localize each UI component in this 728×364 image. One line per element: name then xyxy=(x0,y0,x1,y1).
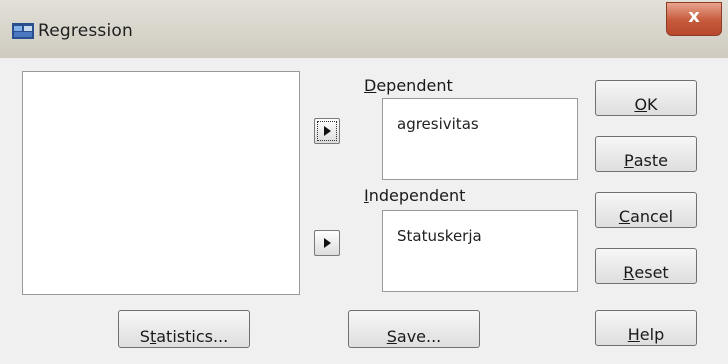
variable-source-list[interactable] xyxy=(22,71,300,295)
regression-dialog: Regression x Dependent agresivitas Indep… xyxy=(0,0,728,364)
independent-list[interactable]: Statuskerja xyxy=(382,210,578,292)
move-to-independent-button[interactable] xyxy=(314,230,340,256)
dialog-body: Dependent agresivitas Independent Status… xyxy=(8,58,722,364)
ok-button[interactable]: OK xyxy=(595,80,697,116)
window-title: Regression xyxy=(38,21,133,41)
move-to-dependent-button[interactable] xyxy=(314,118,340,144)
independent-variable-item[interactable]: Statuskerja xyxy=(397,227,482,245)
dependent-list[interactable]: agresivitas xyxy=(382,98,578,180)
reset-button[interactable]: Reset xyxy=(595,248,697,284)
paste-button[interactable]: Paste xyxy=(595,136,697,172)
arrow-right-icon xyxy=(324,126,331,136)
help-button[interactable]: Help xyxy=(595,310,697,346)
close-button[interactable]: x xyxy=(666,2,722,36)
statistics-button[interactable]: Statistics... xyxy=(118,310,250,348)
cancel-button[interactable]: Cancel xyxy=(595,192,697,228)
close-icon: x xyxy=(688,6,700,27)
arrow-right-icon xyxy=(324,238,331,248)
spss-app-icon xyxy=(12,23,34,39)
dependent-label: Dependent xyxy=(364,76,453,95)
save-button[interactable]: Save... xyxy=(348,310,480,348)
dependent-variable-item[interactable]: agresivitas xyxy=(397,115,479,133)
independent-label: Independent xyxy=(364,186,466,205)
title-bar: Regression x xyxy=(0,0,728,58)
